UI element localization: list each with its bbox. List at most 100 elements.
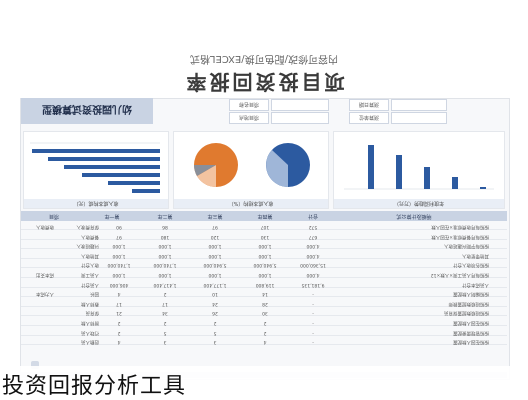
table-cell-y3: 10	[212, 291, 218, 297]
panel-structure: 收入成本结构（%）	[173, 131, 329, 209]
th-year-2: 第二年	[157, 213, 173, 219]
table-cell-y3: 1,000	[208, 272, 222, 277]
table-cell-y1: 1,000	[112, 272, 126, 277]
table-cell-y2: 180	[160, 233, 170, 239]
column-chart	[344, 145, 494, 190]
table-cell-y1: 2	[117, 320, 121, 325]
panel-title-profit-trend: 年度利润趋势（万元）	[334, 199, 504, 208]
table-cell-y3: 5	[213, 329, 217, 335]
table-cell-item: 收入合计	[81, 262, 99, 268]
table-cell-y3: 24	[212, 300, 218, 306]
table-cell-note: 按照在园人数配置	[453, 320, 489, 325]
table-cell-item: 其他收入	[81, 252, 99, 258]
spreadsheet-preview: 幼儿园投资试算模型 项目名称 项目地点 测算日期 测算单位 收入成本构成（元）	[20, 98, 510, 380]
table-cell-y4: 14	[262, 291, 268, 297]
table-cell-item: 行政人员	[81, 329, 99, 335]
table-cell-note: 按照在园人数配置	[453, 339, 489, 345]
table-cell-y1: 4	[117, 291, 121, 297]
table-cell-y3: 26	[212, 310, 218, 316]
panel-title-structure: 收入成本结构（%）	[174, 199, 328, 208]
table-cell-note: 按照编制人数配置	[453, 291, 489, 297]
table-cell-total: 677	[308, 233, 318, 239]
hbar-6	[32, 149, 160, 153]
th-note: 明细及计算公式	[396, 213, 432, 219]
info-label-project-location: 项目地点	[229, 112, 269, 124]
table-cell-total: 4,000	[306, 252, 320, 258]
table-cell-y2: 1,000	[158, 252, 172, 258]
table-cell-item: 后勤人员	[81, 339, 99, 345]
th-item: 项目	[49, 213, 60, 219]
th-total: 合计	[308, 213, 319, 219]
hbar-4	[64, 165, 160, 169]
column-2	[452, 177, 458, 189]
table-cell-y4: 5,940,000	[253, 262, 277, 268]
info-label-project-name: 项目名称	[229, 99, 269, 111]
table-cell-y1: 2	[117, 329, 121, 335]
table-cell-y4: 1,000	[258, 252, 272, 258]
table-cell-y2: 2	[163, 291, 167, 297]
table-cell-note: 其他零星收入	[462, 252, 489, 258]
table-cell-note: 按照管理需要配置	[453, 329, 489, 335]
table-cell-note: 按照每月收费标准×在园人数	[431, 224, 489, 229]
table-cell-item: 餐费收入	[81, 233, 99, 239]
table-cell-note: 按照每月餐费标准×在园人数	[431, 233, 489, 239]
table-cell-y4: 2	[263, 320, 267, 325]
table-cell-y4: 119,800	[255, 281, 275, 287]
table-cell-y2: 34	[162, 310, 168, 316]
table-cell-total: -	[312, 339, 314, 345]
table-cell-y2: 2	[163, 320, 167, 325]
table-cell-y1: 97	[116, 233, 122, 239]
table-cell-item: 厨师人数	[81, 320, 99, 325]
table-cell-item: 教师人数	[81, 300, 99, 306]
info-value-4	[391, 112, 447, 124]
table-cell-y3: 3	[213, 339, 217, 345]
table-cell-group: 成本支出	[36, 272, 54, 277]
table-cell-y3: 1,000	[208, 252, 222, 258]
hbar-1	[132, 189, 160, 193]
table-cell-item: 兴趣班收入	[76, 243, 100, 249]
table-cell-total: -	[312, 320, 314, 325]
table-cell-y4: 30	[262, 310, 268, 316]
th-year-3: 第三年	[207, 213, 223, 219]
table-cell-item: 保育员	[85, 310, 100, 316]
table-cell-y1: 1,000	[112, 252, 126, 258]
table-cell-y3: 1,177,400	[203, 281, 227, 287]
table-cell-y1: 1,000	[112, 243, 126, 249]
table-cell-y1: 90	[116, 224, 122, 229]
info-value-1	[271, 99, 329, 111]
table-cell-total: 4,000	[306, 272, 320, 277]
table-cell-y4: 4	[263, 339, 267, 345]
column-4	[396, 155, 402, 189]
table-cell-note: 按照班级数配置保育员	[444, 310, 489, 316]
table-cell-total: -	[312, 310, 314, 316]
mirrored-product-image: 项目投资回报率 内容可修改/配色可换/EXCEL格式 幼儿园投资试算模型 项目名…	[0, 0, 528, 400]
panel-profit-trend: 年度利润趋势（万元）	[333, 131, 505, 209]
hbar-2	[108, 181, 160, 185]
table-cell-total: 9,181,135	[301, 281, 325, 287]
table-cell-total: 4,000	[306, 243, 320, 249]
column-1	[480, 187, 486, 189]
table-cell-note: 按照各项收入合计	[453, 262, 489, 268]
column-3	[424, 167, 430, 189]
table-cell-y2: 17	[162, 300, 168, 306]
hbar-5	[48, 157, 160, 161]
screenshot-canvas: 项目投资回报率 内容可修改/配色可换/EXCEL格式 幼儿园投资试算模型 项目名…	[0, 0, 528, 400]
panel-cost-composition: 收入成本构成（元）	[23, 131, 169, 209]
table-cell-note: 人员成本合计	[462, 281, 489, 287]
panel-title-cost-composition: 收入成本构成（元）	[24, 199, 168, 208]
info-label-calc-unit: 测算单位	[349, 112, 389, 124]
table-cell-y4: 28	[262, 300, 268, 306]
hbar-3	[82, 173, 160, 177]
info-value-2	[271, 112, 329, 124]
pie-charts	[194, 143, 310, 187]
table-cell-y4: 130	[260, 233, 270, 239]
table-cell-y3: 97	[212, 224, 218, 229]
th-year-1: 第一年	[104, 213, 120, 219]
table-cell-y2: 86	[162, 224, 168, 229]
table-cell-y1: 17	[116, 300, 122, 306]
info-value-3	[391, 99, 447, 111]
table-cell-y4: 1,000	[258, 272, 272, 277]
table-cell-y3: 1,000	[208, 243, 222, 249]
table-cell-y2: 1,000	[158, 243, 172, 249]
table-cell-note: 按照每学期兴趣班收入	[444, 243, 489, 249]
